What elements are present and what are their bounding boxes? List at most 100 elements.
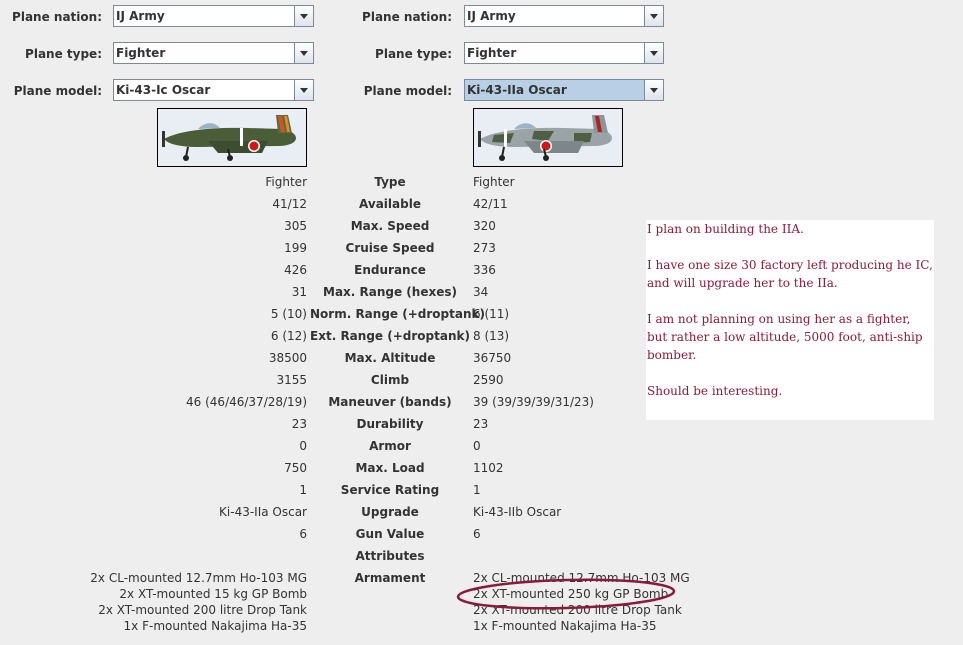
left-stat-value: 750	[284, 461, 307, 475]
note-paragraph: I plan on building the IIA.	[647, 222, 804, 236]
left-stat-value: 1	[299, 483, 307, 497]
right-stat-value: 320	[473, 219, 496, 233]
note-paragraph: Should be interesting.	[647, 384, 783, 398]
left-nation-select[interactable]: IJ Army	[113, 5, 314, 27]
right-stat-value: 1102	[473, 461, 504, 475]
left-plane-image	[157, 108, 307, 167]
left-type-label: Plane type:	[25, 47, 102, 61]
left-armament-item: 1x F-mounted Nakajima Ha-35	[123, 619, 307, 633]
stat-label: Upgrade	[361, 505, 419, 519]
right-type-select[interactable]: Fighter	[464, 42, 664, 64]
left-stat-value: 38500	[268, 351, 307, 365]
right-type-value: Fighter	[467, 46, 517, 60]
chevron-down-icon[interactable]	[644, 80, 663, 100]
right-stat-value: 23	[473, 417, 489, 431]
stat-row: 1 Service Rating 1	[0, 483, 963, 499]
right-stat-value: 273	[473, 241, 496, 255]
stat-label: Type	[374, 175, 406, 189]
left-model-value: Ki-43-Ic Oscar	[116, 83, 211, 97]
stat-row: Ki-43-IIa Oscar Upgrade Ki-43-IIb Oscar	[0, 505, 963, 521]
stat-row: 750 Max. Load 1102	[0, 461, 963, 477]
stat-label: Maneuver (bands)	[328, 395, 452, 409]
right-stat-value: 1	[473, 483, 481, 497]
stat-row: 6 Gun Value 6	[0, 527, 963, 543]
right-stat-value: 8 (13)	[473, 329, 510, 343]
right-stat-value: 2590	[473, 373, 504, 387]
note-paragraph: I am not planning on using her as a figh…	[647, 312, 923, 362]
left-stat-value: 3155	[276, 373, 307, 387]
right-stat-value: 39 (39/39/39/31/23)	[473, 395, 594, 409]
stat-label: Max. Altitude	[344, 351, 436, 365]
right-plane-image	[473, 108, 623, 167]
left-stat-value: 199	[284, 241, 307, 255]
right-stat-value: 34	[473, 285, 489, 299]
left-type-value: Fighter	[116, 46, 166, 60]
left-stat-value: 426	[284, 263, 307, 277]
stat-label: Attributes	[355, 549, 425, 563]
left-armament-item: 2x XT-mounted 15 kg GP Bomb	[119, 587, 307, 601]
left-nation-label: Plane nation:	[12, 10, 102, 24]
stat-row: 41/12 Available 42/11	[0, 197, 963, 213]
left-stat-value: 31	[291, 285, 307, 299]
right-stat-value: 336	[473, 263, 496, 277]
stat-label: Armament	[354, 571, 426, 585]
stat-label: Endurance	[354, 263, 426, 277]
stat-label: Max. Load	[355, 461, 425, 475]
stat-label: Gun Value	[355, 527, 425, 541]
right-model-label: Plane model:	[363, 84, 452, 98]
right-stat-value: Fighter	[473, 175, 515, 189]
left-model-select[interactable]: Ki-43-Ic Oscar	[113, 79, 314, 101]
stat-label: Max. Speed	[350, 219, 430, 233]
annotation-note: I plan on building the IIA. I have one s…	[646, 220, 934, 420]
right-nation-label: Plane nation:	[362, 10, 452, 24]
chevron-down-icon[interactable]	[294, 80, 313, 100]
left-stat-value: 6	[299, 527, 307, 541]
plane-icon	[474, 109, 622, 166]
left-stat-value: Ki-43-IIa Oscar	[219, 505, 307, 519]
stat-row: Attributes	[0, 549, 963, 565]
right-armament-item: 1x F-mounted Nakajima Ha-35	[473, 619, 657, 633]
stat-row: 0 Armor 0	[0, 439, 963, 455]
note-paragraph: I have one size 30 factory left producin…	[647, 258, 933, 290]
stat-label: Durability	[356, 417, 424, 431]
plane-icon	[158, 109, 306, 166]
right-stat-value: 42/11	[473, 197, 508, 211]
stat-label: Max. Range (hexes)	[323, 285, 457, 299]
right-stat-value: 6	[473, 527, 481, 541]
stat-label: Available	[359, 197, 421, 211]
left-model-label: Plane model:	[13, 84, 102, 98]
right-stat-value: 36750	[473, 351, 512, 365]
right-type-label: Plane type:	[375, 47, 452, 61]
stat-label: Norm. Range (+droptank)	[310, 307, 485, 321]
left-armament-item: 2x XT-mounted 200 litre Drop Tank	[98, 603, 307, 617]
left-stat-value: 5 (10)	[270, 307, 307, 321]
right-model-select[interactable]: Ki-43-IIa Oscar	[464, 79, 664, 101]
left-stat-value: 0	[299, 439, 307, 453]
left-stat-value: 305	[284, 219, 307, 233]
right-stat-value: 6 (11)	[473, 307, 510, 321]
chevron-down-icon[interactable]	[644, 6, 663, 26]
left-type-select[interactable]: Fighter	[113, 42, 314, 64]
stat-label: Ext. Range (+droptank)	[310, 329, 470, 343]
stat-label: Service Rating	[340, 483, 440, 497]
stat-label: Cruise Speed	[345, 241, 435, 255]
left-stat-value: 41/12	[272, 197, 307, 211]
circle-annotation	[456, 578, 676, 610]
left-stat-value: 6 (12)	[270, 329, 307, 343]
left-stat-value: Fighter	[265, 175, 307, 189]
stat-label: Climb	[370, 373, 410, 387]
chevron-down-icon[interactable]	[644, 43, 663, 63]
right-nation-value: IJ Army	[467, 9, 516, 23]
right-stat-value: Ki-43-IIb Oscar	[473, 505, 562, 519]
stat-row: Fighter Type Fighter	[0, 175, 963, 191]
right-stat-value: 0	[473, 439, 481, 453]
left-nation-value: IJ Army	[116, 9, 165, 23]
chevron-down-icon[interactable]	[294, 43, 313, 63]
right-model-value: Ki-43-IIa Oscar	[467, 83, 567, 97]
left-stat-value: 46 (46/46/37/28/19)	[186, 395, 307, 409]
left-stat-value: 23	[291, 417, 307, 431]
chevron-down-icon[interactable]	[294, 6, 313, 26]
left-armament-item: 2x CL-mounted 12.7mm Ho-103 MG	[90, 571, 307, 585]
right-nation-select[interactable]: IJ Army	[464, 5, 664, 27]
stat-label: Armor	[369, 439, 411, 453]
